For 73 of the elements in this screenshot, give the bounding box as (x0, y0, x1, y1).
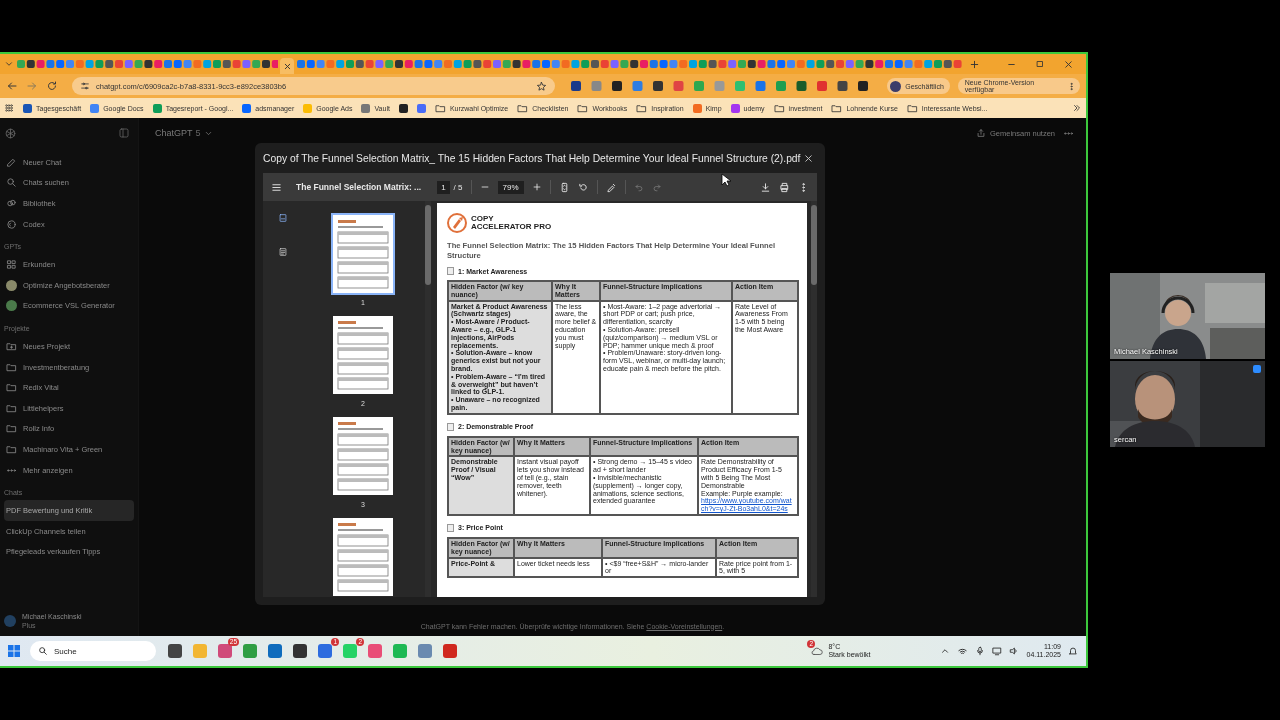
search-field[interactable]: Suche (30, 641, 156, 661)
logo-icon[interactable] (4, 126, 17, 140)
scrollbar[interactable] (811, 201, 817, 597)
model-selector[interactable]: ChatGPT 5 (155, 128, 213, 138)
folder-icon (517, 102, 529, 114)
dialog-title: Copy of The Funnel Selection Matrix_ The 15 Hidden Factors That Help Determine Your Ideal Funnel Structure (2).pdf (263, 152, 801, 164)
logo-text: COPY ACCELERATOR PRO (471, 214, 552, 232)
show-hidden-icon[interactable] (940, 646, 951, 656)
site-info-icon[interactable] (80, 81, 90, 91)
page-thumbnail[interactable] (331, 213, 395, 295)
folder-icon (577, 102, 589, 114)
cursor-icon (721, 173, 731, 187)
clipboard-icon (447, 523, 454, 532)
tab-favicons-drawing[interactable] (16, 59, 278, 69)
folder-icon (6, 443, 17, 455)
folder-icon (6, 361, 17, 373)
maximize-icon[interactable] (1035, 59, 1045, 69)
pen-icon (6, 156, 17, 168)
page-thumbnail[interactable] (331, 516, 395, 597)
folder-icon (906, 102, 918, 114)
volume-icon[interactable] (1009, 646, 1020, 656)
app-icon[interactable] (293, 644, 307, 658)
start-icon[interactable] (8, 645, 20, 657)
menu-icon[interactable] (271, 181, 282, 193)
folder-icon (773, 102, 785, 114)
microphone-icon[interactable] (975, 646, 986, 656)
reload-icon[interactable] (46, 80, 58, 92)
codex-icon (6, 218, 17, 230)
scrollbar[interactable] (425, 201, 431, 597)
more-icon[interactable] (1067, 81, 1076, 91)
back-icon[interactable] (6, 80, 18, 92)
bookmark-star-icon[interactable] (536, 80, 548, 92)
search-icon (6, 177, 17, 189)
site-icon[interactable] (398, 103, 408, 113)
document-title: The Funnel Selection Matrix: ... (296, 182, 422, 192)
clipboard-icon (447, 422, 454, 431)
newfolder-icon (6, 340, 17, 352)
status-indicator-icon (1253, 365, 1261, 373)
folder-icon (434, 102, 446, 114)
folder-icon (6, 382, 17, 394)
folder-icon (6, 402, 17, 414)
more-bookmarks-icon[interactable] (1072, 103, 1082, 113)
page-number-field[interactable]: 1 (437, 180, 450, 194)
close-icon[interactable] (803, 152, 814, 164)
zoom-field[interactable]: 79% (497, 180, 524, 194)
logo-icon (447, 213, 467, 233)
clipboard-icon (447, 267, 454, 275)
notifications-icon[interactable] (1068, 646, 1078, 656)
print-icon[interactable] (779, 181, 790, 193)
rotate-icon[interactable] (577, 181, 589, 193)
thumbnails-icon[interactable] (278, 213, 288, 223)
display-icon[interactable] (992, 646, 1003, 656)
grid-icon (6, 259, 17, 271)
page-thumbnail[interactable] (331, 415, 395, 497)
outline-icon[interactable] (278, 247, 288, 257)
share-icon (975, 128, 986, 138)
tab-search-icon[interactable] (4, 59, 14, 69)
page-thumbnail[interactable] (331, 314, 395, 396)
folder-icon (6, 423, 17, 435)
download-icon[interactable] (760, 181, 771, 193)
folder-icon (636, 102, 648, 114)
sidebar-toggle-icon[interactable] (118, 127, 130, 139)
app-icon[interactable] (168, 644, 182, 658)
page-count: / 5 (453, 182, 463, 192)
close-icon[interactable] (1063, 58, 1074, 70)
annotate-icon[interactable] (605, 181, 617, 193)
search-icon (38, 646, 48, 656)
apps-icon[interactable] (4, 103, 14, 113)
library-icon (6, 198, 17, 209)
tab-favicons-drawing[interactable] (296, 59, 964, 69)
zoom-in-icon[interactable] (531, 182, 542, 192)
folder-icon (831, 102, 843, 114)
new-tab-icon[interactable] (969, 58, 980, 70)
